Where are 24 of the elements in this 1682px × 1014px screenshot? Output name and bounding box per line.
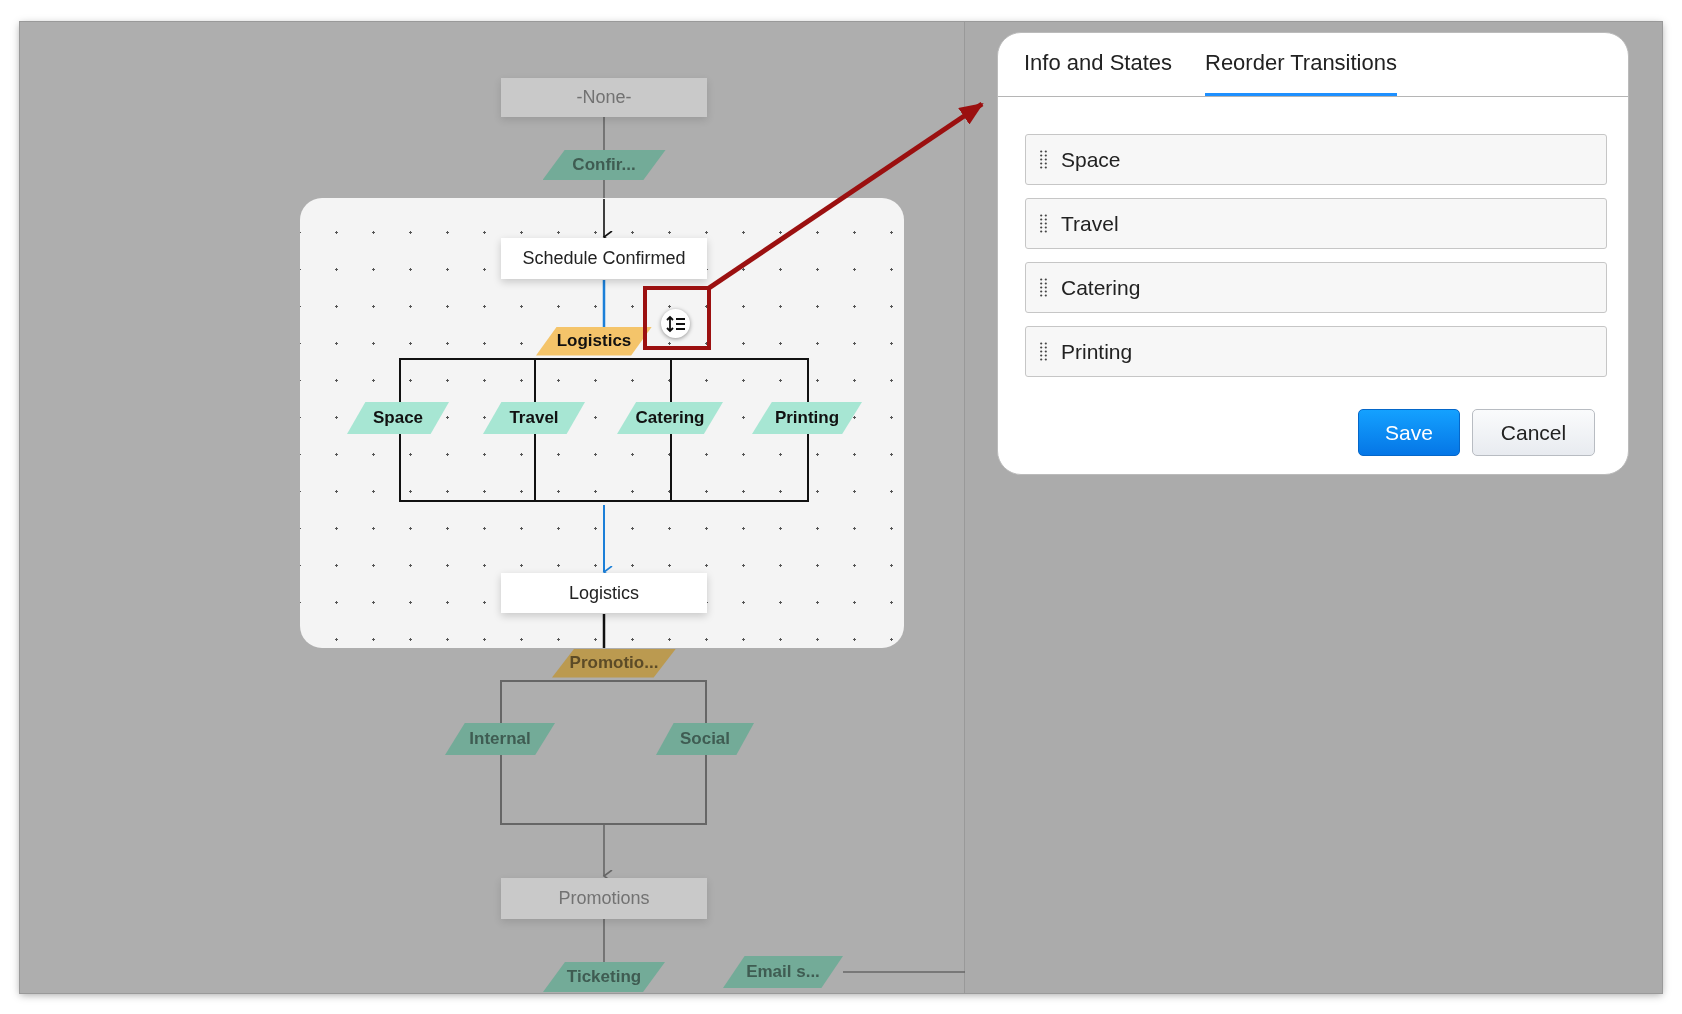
save-button[interactable]: Save bbox=[1358, 409, 1460, 456]
drag-handle-icon[interactable] bbox=[1040, 342, 1047, 361]
connector-line bbox=[602, 614, 606, 648]
item-label: Space bbox=[1061, 146, 1121, 173]
state-node[interactable]: Logistics bbox=[501, 573, 707, 613]
sortable-item[interactable]: Space bbox=[1025, 134, 1607, 185]
sortable-item[interactable]: Printing bbox=[1025, 326, 1607, 377]
connector-line bbox=[602, 280, 606, 327]
state-node[interactable]: Schedule Confirmed bbox=[501, 237, 707, 279]
connector-line bbox=[603, 116, 605, 151]
item-label: Printing bbox=[1061, 338, 1133, 365]
connector-line bbox=[603, 918, 605, 963]
cancel-button[interactable]: Cancel bbox=[1472, 409, 1595, 456]
sortable-item[interactable]: Catering bbox=[1025, 262, 1607, 313]
item-label: Travel bbox=[1061, 210, 1119, 237]
highlight-frame bbox=[643, 286, 711, 350]
connector-line bbox=[603, 179, 605, 199]
drag-handle-icon[interactable] bbox=[1040, 214, 1047, 233]
item-label: Catering bbox=[1061, 274, 1141, 301]
tab[interactable]: Reorder Transitions bbox=[1205, 46, 1397, 96]
drag-handle-icon[interactable] bbox=[1040, 150, 1047, 169]
sortable-item[interactable]: Travel bbox=[1025, 198, 1607, 249]
tab[interactable]: Info and States bbox=[1024, 46, 1172, 96]
drag-handle-icon[interactable] bbox=[1040, 278, 1047, 297]
